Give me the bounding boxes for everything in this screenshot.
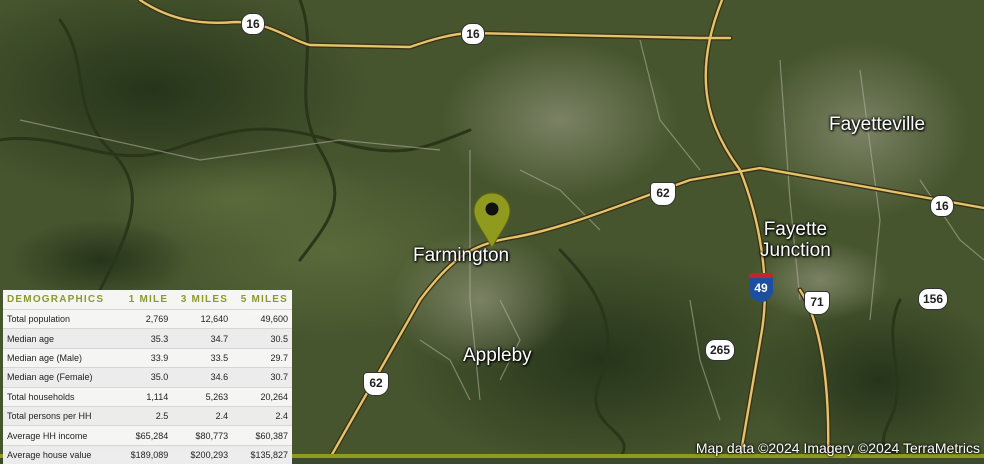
row-label: Total persons per HH	[3, 405, 122, 426]
city-label-farmington: Farmington	[413, 245, 510, 266]
route-shield-71: 71	[804, 291, 830, 315]
city-label-appleby: Appleby	[463, 345, 532, 366]
header-demographics: DEMOGRAPHICS	[7, 294, 105, 305]
route-shield-265: 265	[705, 339, 735, 361]
marker-dot-icon	[485, 202, 499, 216]
route-shield-16-west: 16	[241, 13, 265, 35]
header-3-miles: 3 MILES	[180, 294, 229, 305]
value-3-miles: 2.4	[172, 405, 233, 426]
value-5-miles: $135,827	[232, 444, 292, 464]
value-3-miles: 34.7	[172, 328, 233, 349]
header-1-mile: 1 MILE	[128, 294, 169, 305]
fayette-junction-line1: Fayette	[763, 219, 828, 240]
row-label: Median age	[3, 328, 122, 349]
header-5-miles: 5 MILES	[240, 294, 288, 305]
value-1-mile: 35.0	[121, 367, 173, 388]
demographics-header-row: DEMOGRAPHICS 1 MILE 3 MILES 5 MILES	[3, 290, 292, 310]
fayette-junction-line2: Junction	[760, 240, 831, 261]
map-attribution: Map data ©2024 Imagery ©2024 TerraMetric…	[695, 440, 980, 456]
route-shield-16-north: 16	[461, 23, 485, 45]
value-1-mile: 2,769	[121, 308, 173, 329]
value-3-miles: 5,263	[172, 386, 233, 407]
row-label: Median age (Female)	[3, 367, 122, 388]
row-label: Total households	[3, 386, 122, 407]
value-1-mile: 33.9	[121, 347, 173, 368]
route-shield-62-south: 62	[363, 372, 389, 396]
value-3-miles: $200,293	[172, 444, 233, 464]
value-5-miles: 29.7	[232, 347, 292, 368]
value-1-mile: $65,284	[121, 425, 173, 446]
row-label: Average house value	[3, 444, 122, 464]
city-label-fayetteville: Fayetteville	[829, 114, 926, 135]
value-3-miles: 33.5	[172, 347, 233, 368]
demographics-table: DEMOGRAPHICS 1 MILE 3 MILES 5 MILES Tota…	[3, 290, 292, 464]
table-row: Total population 2,769 12,640 49,600	[3, 308, 292, 329]
row-label: Average HH income	[3, 425, 122, 446]
route-shield-62-east: 62	[650, 182, 676, 206]
value-5-miles: 49,600	[232, 308, 292, 329]
table-row: Average HH income $65,284 $80,773 $60,38…	[3, 425, 292, 446]
table-row: Average house value $189,089 $200,293 $1…	[3, 444, 292, 464]
table-row: Total persons per HH 2.5 2.4 2.4	[3, 405, 292, 426]
value-5-miles: 2.4	[232, 405, 292, 426]
route-shield-16-east: 16	[930, 195, 954, 217]
table-row: Median age (Female) 35.0 34.6 30.7	[3, 367, 292, 388]
value-1-mile: 2.5	[121, 405, 173, 426]
value-1-mile: 1,114	[121, 386, 173, 407]
value-1-mile: 35.3	[121, 328, 173, 349]
value-1-mile: $189,089	[121, 444, 173, 464]
route-shield-156: 156	[918, 288, 948, 310]
value-5-miles: 30.5	[232, 328, 292, 349]
row-label: Median age (Male)	[3, 347, 122, 368]
value-3-miles: 12,640	[172, 308, 233, 329]
city-label-fayette-junction: Fayette Junction	[760, 219, 831, 261]
route-shield-49: 49	[749, 273, 773, 302]
table-row: Median age (Male) 33.9 33.5 29.7	[3, 347, 292, 368]
value-5-miles: 30.7	[232, 367, 292, 388]
value-3-miles: $80,773	[172, 425, 233, 446]
table-row: Total households 1,114 5,263 20,264	[3, 386, 292, 407]
row-label: Total population	[3, 308, 122, 329]
value-5-miles: $60,387	[232, 425, 292, 446]
value-5-miles: 20,264	[232, 386, 292, 407]
table-row: Median age 35.3 34.7 30.5	[3, 328, 292, 349]
value-3-miles: 34.6	[172, 367, 233, 388]
